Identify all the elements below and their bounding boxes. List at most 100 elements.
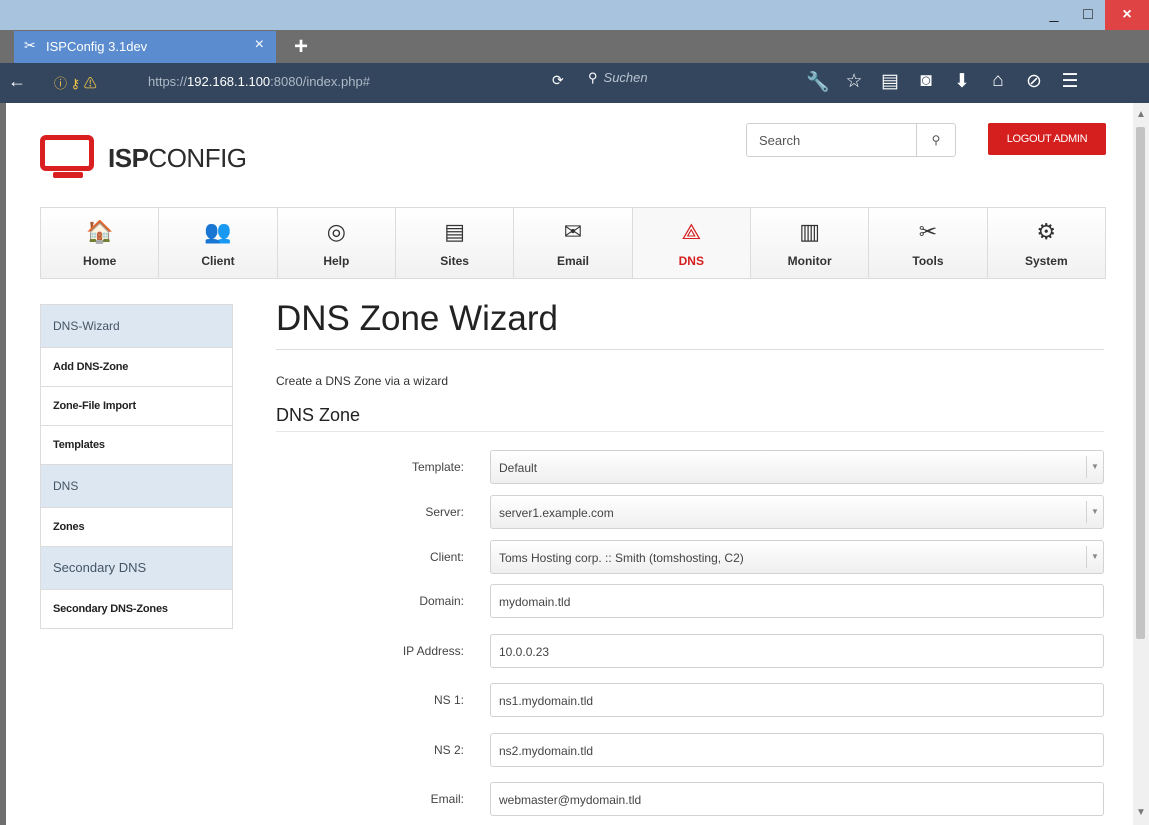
back-arrow-icon[interactable]: ← — [8, 71, 26, 92]
server-icon: ▥ — [799, 219, 821, 244]
wrench-icon[interactable]: 🔧 — [800, 70, 836, 94]
page-scrollbar[interactable]: ▲ ▼ — [1133, 103, 1149, 825]
new-tab-button[interactable]: + — [286, 34, 316, 60]
network-icon: ⟁ — [681, 219, 702, 244]
nav-monitor[interactable]: ▥ Monitor — [751, 208, 870, 278]
page: ISPCONFIG ⚲ LOGOUT ADMIN 🏠 Home 👥 Client ◎… — [6, 103, 1133, 825]
client-label: Client: — [429, 550, 464, 564]
ns1-field[interactable]: ns1.mydomain.tld — [490, 683, 1104, 717]
nav-label: System — [1024, 254, 1068, 268]
chevron-down-icon: ▼ — [1086, 501, 1103, 523]
nav-label: Email — [556, 254, 589, 268]
nav-email[interactable]: ✉ Email — [514, 208, 633, 278]
sidebar-item-add-dns-zone[interactable]: Add DNS-Zone — [41, 348, 232, 387]
chevron-down-icon: ▼ — [1086, 546, 1103, 568]
bookmark-star-icon[interactable]: ☆ — [836, 70, 872, 94]
reload-icon[interactable]: ⟳ — [552, 72, 564, 89]
home-icon: 🏠 — [85, 219, 114, 244]
domain-value: mydomain.tld — [499, 595, 571, 609]
title-divider — [276, 349, 1104, 350]
page-description: Create a DNS Zone via a wizard — [276, 374, 449, 388]
form-row-client: Client: Toms Hosting corp. :: Smith (tom… — [276, 540, 1104, 574]
gear-icon: ⚙ — [1036, 219, 1057, 244]
email-value: webmaster@mydomain.tld — [499, 793, 642, 807]
ns2-label: NS 2: — [433, 743, 464, 757]
window-controls: _ □ × — [1037, 0, 1149, 30]
nav-label: Sites — [440, 254, 469, 268]
reading-list-icon[interactable]: ▤ — [872, 70, 908, 94]
users-icon: 👥 — [204, 219, 232, 244]
logo-text: ISPCONFIG — [108, 143, 247, 173]
tools-icon: ✂ — [918, 219, 938, 244]
nav-help[interactable]: ◎ Help — [278, 208, 396, 278]
form-row-ns1: NS 1: ns1.mydomain.tld — [276, 683, 1104, 717]
nav-label: Monitor — [787, 254, 832, 268]
tab-title: ISPConfig 3.1dev — [46, 39, 148, 54]
search-input[interactable] — [747, 124, 941, 156]
template-label: Template: — [411, 460, 464, 474]
chevron-down-icon: ▼ — [1086, 456, 1103, 478]
window-icon: ▤ — [444, 219, 466, 244]
pocket-icon[interactable]: ◙ — [908, 70, 944, 94]
tab-close-icon[interactable]: × — [255, 36, 264, 54]
ip-address-field[interactable]: 10.0.0.23 — [490, 634, 1104, 668]
window-titlebar — [0, 0, 1149, 30]
sidebar-item-templates[interactable]: Templates — [41, 426, 232, 465]
sidebar-item-zone-file-import[interactable]: Zone-File Import — [41, 387, 232, 426]
ns1-value: ns1.mydomain.tld — [499, 694, 594, 708]
nav-client[interactable]: 👥 Client — [159, 208, 278, 278]
download-icon[interactable]: ⬇ — [944, 70, 980, 94]
ip-address-value: 10.0.0.23 — [499, 645, 550, 659]
template-value: Default — [499, 461, 538, 475]
search-icon: ⚲ — [588, 70, 598, 85]
maximize-button[interactable]: □ — [1071, 0, 1105, 30]
domain-field[interactable]: mydomain.tld — [490, 584, 1104, 618]
search-button[interactable]: ⚲ — [916, 124, 955, 156]
scroll-up-icon[interactable]: ▲ — [1136, 109, 1146, 120]
home-icon[interactable]: ⌂ — [980, 70, 1016, 94]
menu-icon[interactable]: ☰ — [1052, 70, 1088, 94]
client-select[interactable]: Toms Hosting corp. :: Smith (tomshosting… — [490, 540, 1104, 574]
sidebar-heading-dns: DNS — [41, 465, 232, 508]
client-value: Toms Hosting corp. :: Smith (tomshosting… — [499, 551, 744, 565]
page-title: DNS Zone Wizard — [276, 299, 559, 338]
server-select[interactable]: server1.example.com ▼ — [490, 495, 1104, 529]
ns2-value: ns2.mydomain.tld — [499, 744, 594, 758]
monitor-logo-icon — [40, 135, 94, 178]
nav-label: Help — [323, 254, 350, 268]
ip-address-label: IP Address: — [402, 644, 464, 658]
logout-button[interactable]: LOGOUT ADMIN — [988, 123, 1106, 155]
form-row-email: Email: webmaster@mydomain.tld — [276, 782, 1104, 816]
close-window-button[interactable]: × — [1105, 0, 1149, 30]
nav-sites[interactable]: ▤ Sites — [396, 208, 515, 278]
sidebar: DNS-Wizard Add DNS-Zone Zone-File Import… — [40, 304, 233, 629]
nav-system[interactable]: ⚙ System — [988, 208, 1105, 278]
security-icon[interactable]: ⓘ ⚷ ⚠ — [54, 73, 97, 92]
server-value: server1.example.com — [499, 506, 614, 520]
ns1-label: NS 1: — [433, 693, 464, 707]
scroll-down-icon[interactable]: ▼ — [1136, 807, 1146, 818]
ns2-field[interactable]: ns2.mydomain.tld — [490, 733, 1104, 767]
sidebar-item-secondary-dns-zones[interactable]: Secondary DNS-Zones — [41, 590, 232, 628]
blocked-icon[interactable]: ⊘ — [1016, 70, 1052, 94]
address-bar[interactable]: ⓘ ⚷ ⚠ https://192.168.1.100:8080/index.p… — [36, 69, 568, 95]
section-title: DNS Zone — [276, 405, 361, 425]
nav-dns[interactable]: ⟁ DNS — [632, 208, 751, 278]
scrollbar-thumb[interactable] — [1136, 127, 1145, 639]
minimize-button[interactable]: _ — [1037, 0, 1071, 30]
search-icon: ⚲ — [931, 133, 941, 147]
browser-search-placeholder: Suchen — [603, 70, 648, 85]
sidebar-item-zones[interactable]: Zones — [41, 508, 232, 547]
email-field[interactable]: webmaster@mydomain.tld — [490, 782, 1104, 816]
search-field: ⚲ — [746, 123, 956, 157]
email-label: Email: — [430, 792, 464, 806]
nav-home[interactable]: 🏠 Home — [41, 208, 160, 278]
url-text: https://192.168.1.100:8080/index.php# — [148, 74, 370, 89]
browser-search-box[interactable]: ⚲ Suchen — [588, 70, 778, 94]
nav-label: DNS — [678, 254, 704, 268]
domain-label: Domain: — [419, 594, 464, 608]
form-row-domain: Domain: mydomain.tld — [276, 584, 1104, 618]
template-select[interactable]: Default ▼ — [490, 450, 1104, 484]
nav-tools[interactable]: ✂ Tools — [869, 208, 988, 278]
browser-tab[interactable]: ✂ ISPConfig 3.1dev × — [14, 31, 276, 63]
